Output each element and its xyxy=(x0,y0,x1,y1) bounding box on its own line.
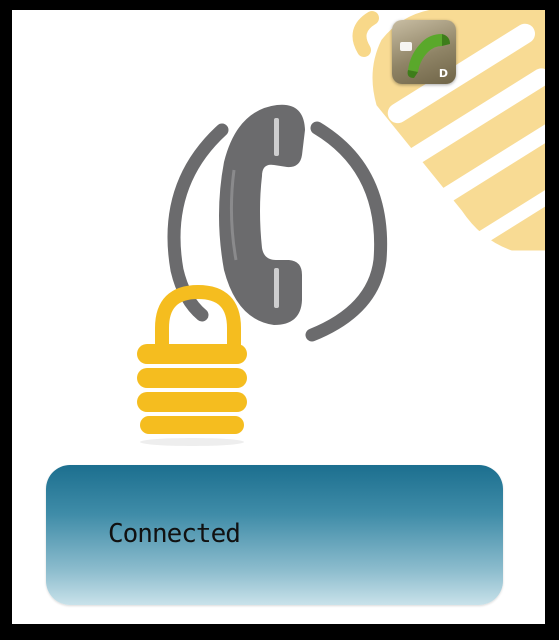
call-screen: D Connected xyxy=(12,10,545,630)
signal-arc-right xyxy=(305,121,388,342)
phone-handset-icon xyxy=(219,104,305,325)
padlock-icon xyxy=(137,284,247,446)
phone-app-icon[interactable]: D xyxy=(392,20,456,84)
app-icon-badge: D xyxy=(438,67,448,80)
status-panel: Connected xyxy=(46,465,503,605)
connection-status-label: Connected xyxy=(108,519,241,549)
secure-call-illustration xyxy=(137,10,545,446)
